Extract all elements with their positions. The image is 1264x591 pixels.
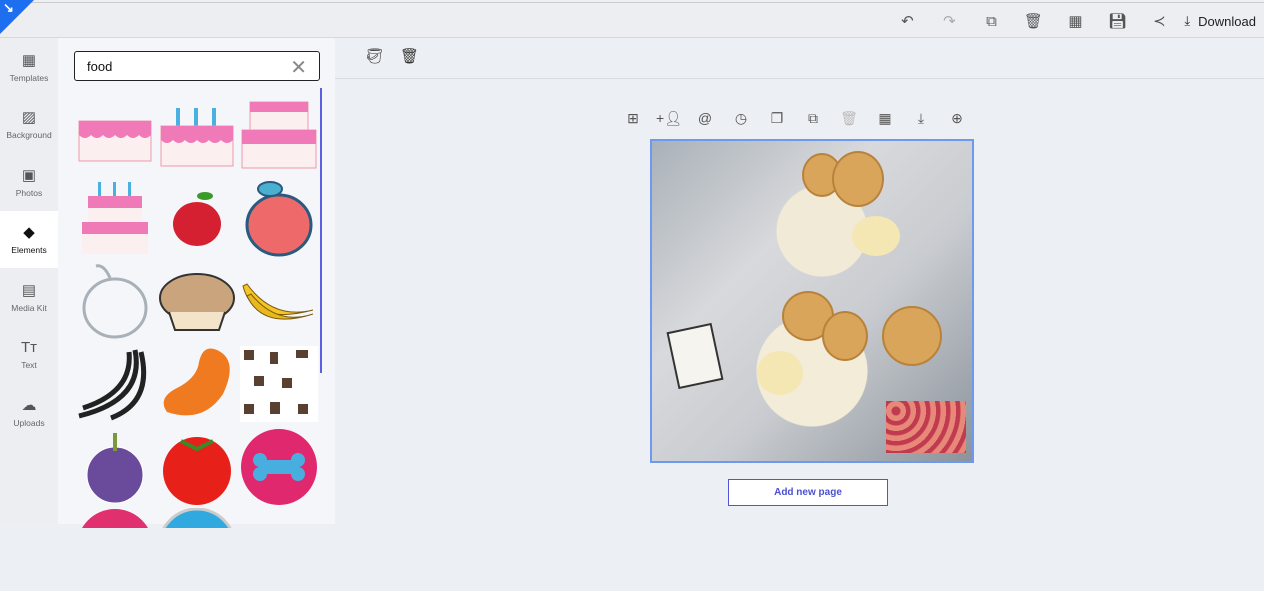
element-bean[interactable] bbox=[156, 342, 238, 425]
sidebar-item-uploads[interactable]: ☁ Uploads bbox=[0, 383, 58, 441]
sidebar: ▦ Templates ▨ Background ▣ Photos ◆ Elements… bbox=[0, 38, 58, 524]
delete-icon[interactable]: 🗑︎ bbox=[1012, 12, 1054, 30]
element-red-apple[interactable] bbox=[156, 176, 238, 259]
download-icon: ⤓ bbox=[1184, 13, 1191, 28]
hierarchy-icon[interactable]: ⊞ bbox=[615, 110, 651, 127]
sticker-food-label[interactable] bbox=[666, 322, 724, 390]
element-bone-badge[interactable] bbox=[238, 425, 320, 508]
element-birthday-cake-2[interactable] bbox=[74, 176, 156, 259]
element-tomato[interactable] bbox=[156, 425, 238, 508]
search-value: food bbox=[87, 59, 113, 74]
element-badge-2[interactable] bbox=[156, 508, 238, 591]
label: Uploads bbox=[13, 417, 45, 428]
elements-panel: food ✕ bbox=[58, 38, 335, 528]
sidebar-item-background[interactable]: ▨ Background bbox=[0, 96, 58, 154]
background-icon: ▨ bbox=[21, 109, 37, 127]
search-input[interactable]: food ✕ bbox=[74, 51, 320, 81]
label: Media Kit bbox=[11, 302, 47, 313]
upload-icon: ☁ bbox=[21, 396, 37, 414]
save-icon[interactable]: 💾︎ bbox=[1096, 12, 1138, 30]
sidebar-item-elements[interactable]: ◆ Elements bbox=[0, 210, 58, 268]
photo-banana bbox=[757, 351, 803, 395]
element-layer-cake[interactable] bbox=[238, 93, 320, 176]
element-onion[interactable] bbox=[74, 425, 156, 508]
mention-icon[interactable]: @ bbox=[687, 110, 723, 127]
delete-page-icon[interactable]: 🗑︎ bbox=[831, 110, 867, 127]
add-user-icon[interactable]: +👤︎ bbox=[651, 110, 687, 127]
photo-icon: ▣ bbox=[21, 166, 37, 184]
collapse-corner-button[interactable]: ↘ bbox=[0, 0, 34, 34]
photo-banana bbox=[852, 216, 900, 256]
download-label: Download bbox=[1198, 13, 1256, 29]
element-food-pattern[interactable] bbox=[238, 342, 320, 425]
media-kit-icon: ▤ bbox=[21, 281, 37, 299]
fill-color-icon[interactable]: 🪣︎ bbox=[365, 47, 384, 65]
sticker-pattern[interactable] bbox=[886, 401, 966, 453]
element-apple-outline[interactable] bbox=[74, 259, 156, 342]
element-banana-outline[interactable] bbox=[74, 342, 156, 425]
label: Templates bbox=[9, 72, 49, 83]
download-button[interactable]: ⤓ Download bbox=[1184, 13, 1256, 29]
redo-icon[interactable]: ↷ bbox=[928, 12, 970, 30]
clock-icon[interactable]: ◷ bbox=[723, 110, 759, 127]
element-cake[interactable] bbox=[74, 93, 156, 176]
templates-icon: ▦ bbox=[21, 51, 37, 69]
dashboard-icon[interactable]: ▦ bbox=[1054, 12, 1096, 30]
layers-off-icon[interactable]: ⧉ bbox=[970, 13, 1012, 30]
label: Elements bbox=[11, 245, 47, 256]
share-icon[interactable]: ≺ bbox=[1138, 12, 1180, 30]
label: Photos bbox=[15, 187, 43, 198]
design-canvas[interactable] bbox=[650, 139, 974, 463]
arrow-icon: ↘ bbox=[3, 0, 14, 15]
add-page-icon[interactable]: ⊕ bbox=[939, 110, 975, 127]
text-icon: Tт bbox=[20, 338, 38, 356]
download-page-icon[interactable]: ⤓ bbox=[903, 110, 939, 127]
elements-icon: ◆ bbox=[23, 224, 35, 242]
element-bananas[interactable] bbox=[238, 259, 320, 342]
clear-search-icon[interactable]: ✕ bbox=[290, 55, 307, 80]
sidebar-item-templates[interactable]: ▦ Templates bbox=[0, 38, 58, 96]
photo-cookie bbox=[832, 151, 884, 207]
element-badge[interactable] bbox=[74, 508, 156, 591]
layers-off-icon[interactable]: ⧉ bbox=[795, 110, 831, 127]
label: Background bbox=[6, 130, 52, 141]
delete-element-icon[interactable]: 🗑︎ bbox=[400, 47, 419, 65]
undo-icon[interactable]: ↶ bbox=[886, 12, 928, 30]
label: Text bbox=[21, 359, 37, 370]
dashboard-icon[interactable]: ▦ bbox=[867, 110, 903, 127]
page-toolbar: ⊞ +👤︎ @ ◷ ❐ ⧉ 🗑︎ ▦ ⤓ ⊕ bbox=[615, 110, 975, 127]
element-apple[interactable] bbox=[238, 176, 320, 259]
elements-grid bbox=[74, 93, 320, 591]
scrollbar[interactable] bbox=[320, 88, 322, 373]
top-toolbar: ↶ ↷ ⧉ 🗑︎ ▦ 💾︎ ≺ ⤓ Download bbox=[0, 2, 1264, 38]
divider bbox=[335, 78, 1264, 79]
element-pie[interactable] bbox=[156, 259, 238, 342]
sidebar-item-media-kit[interactable]: ▤ Media Kit bbox=[0, 268, 58, 326]
photo-cookie bbox=[882, 306, 942, 366]
photo-cookie bbox=[822, 311, 868, 361]
sidebar-item-text[interactable]: Tт Text bbox=[0, 326, 58, 384]
canvas-tools: 🪣︎ 🗑︎ bbox=[365, 47, 419, 65]
add-new-page-button[interactable]: Add new page bbox=[728, 479, 888, 506]
sidebar-item-photos[interactable]: ▣ Photos bbox=[0, 153, 58, 211]
element-birthday-cake[interactable] bbox=[156, 93, 238, 176]
copy-page-icon[interactable]: ❐ bbox=[759, 110, 795, 127]
